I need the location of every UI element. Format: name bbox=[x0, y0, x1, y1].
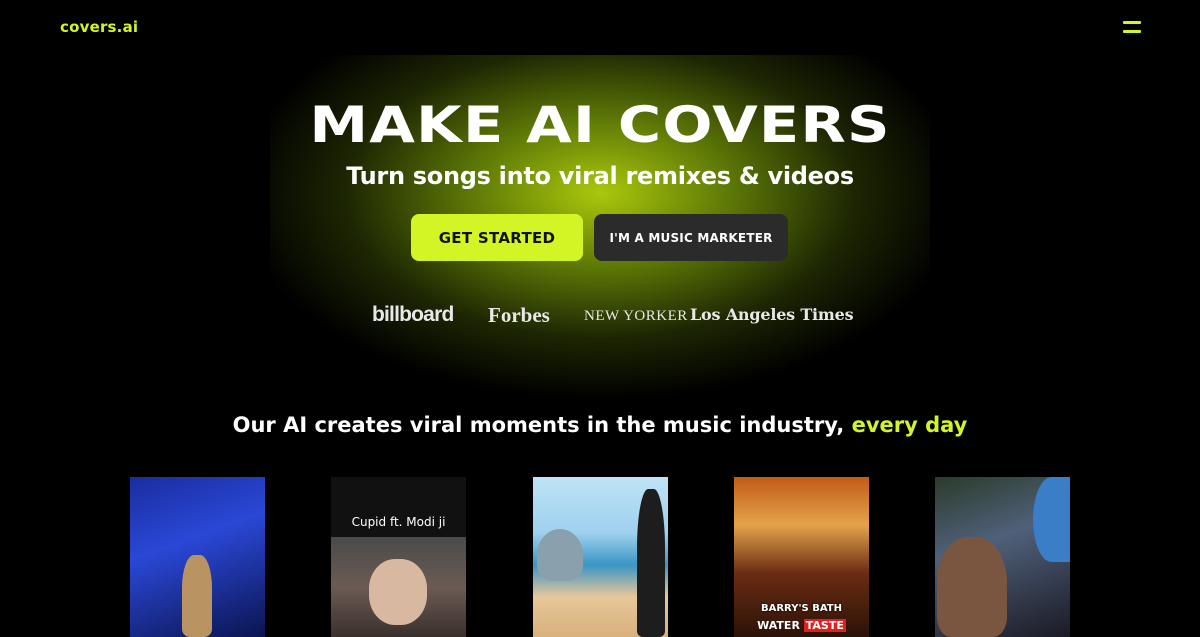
video-caption-line1: BARRY'S BATH bbox=[761, 603, 842, 614]
get-started-button[interactable]: GET STARTED bbox=[411, 214, 583, 261]
video-thumbnail-4[interactable]: BARRY'S BATH WATER TASTE bbox=[734, 477, 869, 637]
press-logo-forbes: Forbes bbox=[488, 303, 550, 327]
menu-bar-bottom bbox=[1123, 30, 1141, 33]
tagline-accent-text: every day bbox=[851, 413, 968, 437]
press-logo-billboard: billboard bbox=[372, 303, 454, 326]
video-caption: Cupid ft. Modi ji bbox=[351, 515, 446, 529]
performer-figure bbox=[182, 555, 212, 637]
hamburger-icon[interactable] bbox=[1123, 21, 1141, 33]
shark-figure bbox=[537, 529, 583, 581]
hero-title: MAKE AI COVERS bbox=[309, 96, 891, 154]
tagline-main-text: Our AI creates viral moments in the musi… bbox=[232, 413, 852, 437]
press-logo-new-yorker: NEW YORKER bbox=[584, 308, 688, 324]
menu-bar-top bbox=[1123, 21, 1141, 24]
person-face bbox=[937, 537, 1007, 637]
video-thumbnail-1[interactable] bbox=[130, 477, 265, 637]
site-logo[interactable]: covers.ai bbox=[60, 18, 138, 36]
music-marketer-button[interactable]: I'M A MUSIC MARKETER bbox=[594, 214, 788, 261]
video-thumbnail-5[interactable] bbox=[935, 477, 1070, 637]
hero-subtitle: Turn songs into viral remixes & videos bbox=[346, 162, 854, 190]
caption-word-taste: TASTE bbox=[803, 619, 846, 632]
caption-word-water: WATER bbox=[757, 619, 804, 632]
person-face bbox=[369, 559, 427, 625]
press-logo-la-times: Los Angeles Times bbox=[690, 305, 854, 324]
dancer-figure bbox=[637, 489, 665, 637]
turban-figure bbox=[1033, 477, 1070, 562]
video-caption-line2: WATER TASTE bbox=[754, 619, 849, 632]
video-frame bbox=[331, 537, 466, 637]
video-thumbnail-2[interactable]: Cupid ft. Modi ji bbox=[331, 477, 466, 637]
video-thumbnail-3[interactable] bbox=[533, 477, 668, 637]
section-tagline: Our AI creates viral moments in the musi… bbox=[0, 413, 1200, 437]
